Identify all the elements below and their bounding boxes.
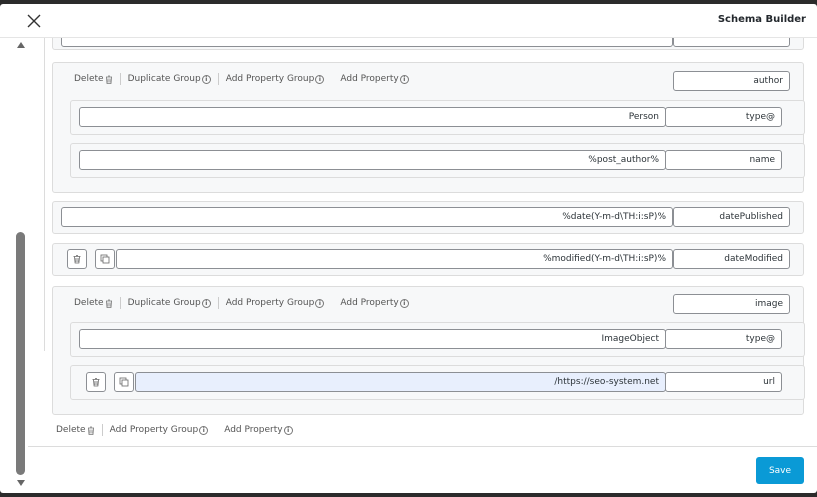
duplicate-row-button[interactable] (95, 249, 115, 269)
info-icon: i (315, 298, 325, 308)
property-row: %modified(Y-m-d\TH:i:sP)% dateModified (52, 243, 804, 276)
property-row: /https://seo-system.net url (70, 365, 805, 400)
property-row: Person type@ (70, 100, 805, 135)
property-row: %post_author% name (70, 143, 805, 178)
group-key-input[interactable]: image (673, 294, 790, 314)
duplicate-group-button[interactable]: Duplicate Group i (128, 74, 211, 84)
info-icon: i (201, 298, 211, 308)
add-property-label: Add Property (224, 425, 283, 435)
separator (101, 424, 103, 436)
duplicate-row-button[interactable] (114, 372, 134, 392)
url-value-input[interactable]: /https://seo-system.net (135, 372, 666, 392)
separator (119, 73, 121, 85)
value-input[interactable]: %modified(Y-m-d\TH:i:sP)% (116, 249, 673, 269)
add-property-group-button[interactable]: Add Property Group i (226, 74, 325, 84)
save-button[interactable]: Save (756, 457, 804, 484)
add-property-button[interactable]: Add Property i (224, 425, 293, 435)
delete-label: Delete (74, 74, 104, 84)
value-input[interactable]: %post_author% (79, 150, 666, 170)
copy-icon (119, 377, 129, 387)
separator (217, 297, 219, 309)
root-actions: Delete Add Property Group i Add Property i (56, 424, 293, 436)
separator (217, 73, 219, 85)
group-actions: Delete Duplicate Group i Add Property Gro… (74, 297, 409, 309)
property-row: %date(Y-m-d\TH:i:sP)% datePublished (52, 201, 804, 234)
group-actions: Delete Duplicate Group i Add Property Gro… (74, 73, 409, 85)
info-icon: i (315, 74, 325, 84)
add-property-group-button[interactable]: Add Property Group i (110, 425, 209, 435)
partial-row (52, 38, 804, 50)
info-icon: i (283, 425, 293, 435)
scroll-down-icon[interactable] (17, 480, 25, 486)
modal-title: Schema Builder (717, 14, 806, 25)
add-property-group-button[interactable]: Add Property Group i (226, 298, 325, 308)
copy-icon (100, 254, 110, 264)
group-key-input[interactable]: author (673, 71, 790, 91)
value-input[interactable]: Person (79, 107, 666, 127)
trash-icon (92, 378, 100, 387)
add-property-label: Add Property (340, 298, 399, 308)
delete-button[interactable]: Delete (56, 425, 95, 435)
add-property-label: Add Property (340, 74, 399, 84)
value-input[interactable]: %date(Y-m-d\TH:i:sP)% (61, 207, 673, 227)
delete-row-button[interactable] (86, 372, 106, 392)
info-icon: i (399, 74, 409, 84)
trash-icon (73, 255, 81, 264)
add-property-button[interactable]: Add Property i (340, 74, 409, 84)
duplicate-group-label: Duplicate Group (127, 298, 201, 308)
trash-icon (105, 75, 112, 84)
key-input[interactable]: url (665, 372, 782, 392)
author-group: Delete Duplicate Group i Add Property Gro… (52, 62, 805, 193)
image-group: Delete Duplicate Group i Add Property Gro… (52, 286, 805, 415)
key-input[interactable]: datePublished (673, 207, 790, 227)
info-icon: i (399, 298, 409, 308)
trash-icon (105, 299, 112, 308)
add-property-button[interactable]: Add Property i (340, 298, 409, 308)
tree-line (44, 38, 45, 351)
separator (119, 297, 121, 309)
key-input[interactable]: dateModified (673, 249, 790, 269)
delete-row-button[interactable] (67, 249, 87, 269)
delete-button[interactable]: Delete (74, 298, 113, 308)
add-property-group-label: Add Property Group (225, 74, 315, 84)
key-input[interactable]: name (665, 150, 782, 170)
trash-icon (87, 426, 94, 435)
value-input[interactable] (61, 38, 673, 47)
add-property-group-label: Add Property Group (225, 298, 315, 308)
schema-builder-modal: Schema Builder Delete Duplicate Group i … (0, 4, 817, 493)
key-input[interactable]: type@ (665, 107, 782, 127)
info-icon: i (201, 74, 211, 84)
duplicate-group-button[interactable]: Duplicate Group i (128, 298, 211, 308)
info-icon: i (199, 425, 209, 435)
duplicate-group-label: Duplicate Group (127, 74, 201, 84)
page: Schema Builder Delete Duplicate Group i … (0, 0, 817, 497)
delete-label: Delete (56, 425, 86, 435)
footer-divider (28, 446, 817, 447)
key-input[interactable] (673, 38, 790, 47)
value-input[interactable]: ImageObject (79, 329, 666, 349)
delete-label: Delete (74, 298, 104, 308)
delete-button[interactable]: Delete (74, 74, 113, 84)
property-row: ImageObject type@ (70, 322, 805, 357)
key-input[interactable]: type@ (665, 329, 782, 349)
add-property-group-label: Add Property Group (109, 425, 199, 435)
schema-content: Delete Duplicate Group i Add Property Gro… (0, 38, 817, 446)
